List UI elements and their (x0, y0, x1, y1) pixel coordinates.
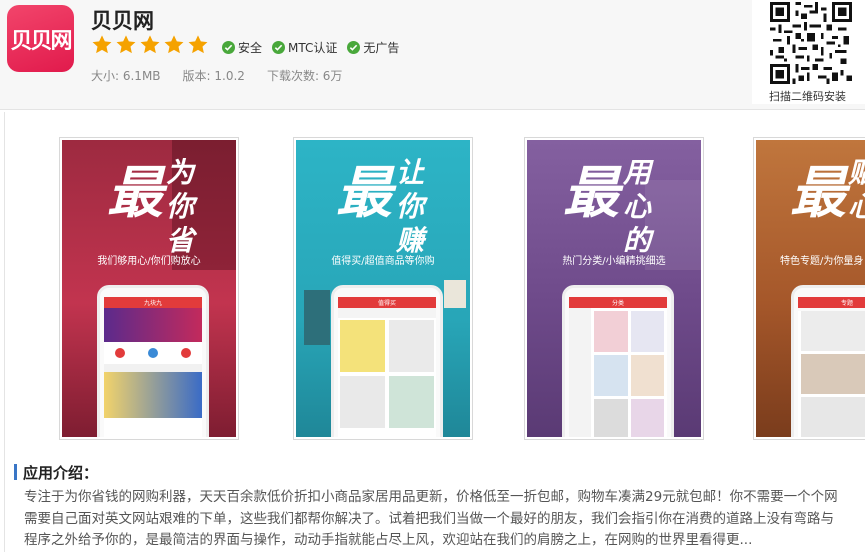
intro-line: 需要自己面对英文网站艰难的下单，这些我们都帮你解决了。试着把我们当做一个最好的朋… (24, 510, 834, 527)
screenshot-subtitle: 特色专题/为你量身 (780, 256, 864, 267)
slogan-big: 最 (790, 160, 846, 226)
intro-line: 专注于为你省钱的网购利器，天天百余款低价折扣小商品家居用品更新，价格低至一折包邮… (24, 489, 838, 505)
slogan-side: 为你省 (166, 156, 195, 257)
screenshot-gallery: 最 为你省 我们够用心/你们购放心 九块九 最 让你赚 值得买/超值商品等你购 … (4, 112, 865, 552)
check-icon (272, 41, 286, 54)
screenshot-3[interactable]: 最 用心的 热门分类/小编精挑细选 分类 (524, 137, 704, 440)
phone-mockup: 专题 (791, 285, 865, 437)
screenshot-2[interactable]: 最 让你赚 值得买/超值商品等你购 值得买 (293, 137, 473, 440)
phone-title: 分类 (611, 300, 624, 307)
app-header: 贝贝网 贝贝网 安全 MTC认证 无广告 大小: 6.1MB 版本: 1.0.2… (0, 0, 865, 110)
star-icon (164, 35, 184, 54)
app-size: 大小: 6.1MB (91, 69, 161, 83)
slogan-side: 贴心 (848, 156, 865, 224)
badge-safe: 安全 (222, 39, 262, 56)
star-icon (140, 35, 160, 54)
intro-description: 专注于为你省钱的网购利器，天天百余款低价折扣小商品家居用品更新，价格低至一折包邮… (24, 487, 865, 552)
screenshot-4[interactable]: 最 贴心 特色专题/为你量身 专题 (753, 137, 865, 440)
app-downloads: 下载次数: 6万 (266, 69, 343, 83)
check-icon (347, 41, 361, 54)
security-badges: 安全 MTC认证 无广告 (222, 39, 399, 56)
slogan-big: 最 (563, 160, 619, 226)
intro-heading: 应用介绍： (14, 463, 99, 482)
intro-title: 应用介绍： (23, 463, 99, 482)
app-icon: 贝贝网 (7, 5, 74, 72)
slogan-big: 最 (107, 160, 163, 226)
star-icon (116, 35, 136, 54)
star-icon (188, 35, 208, 54)
heading-accent-bar (14, 464, 17, 480)
badge-label: MTC认证 (288, 41, 338, 55)
intro-line: 程序之外给予你的，是最简洁的界面与操作，动动手指就能占尽上风，欢迎站在我们的肩膀… (24, 532, 753, 548)
qr-label: 扫描二维码安装 (769, 90, 846, 103)
app-meta: 大小: 6.1MB 版本: 1.0.2 下载次数: 6万 (91, 67, 342, 84)
screenshot-subtitle: 热门分类/小编精挑细选 (562, 256, 666, 267)
badge-label: 安全 (238, 41, 263, 55)
app-name: 贝贝网 (91, 9, 154, 33)
slogan-big: 最 (336, 160, 392, 226)
rating-stars (91, 34, 209, 56)
phone-title: 专题 (840, 300, 853, 307)
phone-title: 值得买 (377, 300, 396, 307)
phone-title: 九块九 (143, 300, 162, 307)
qr-code-icon[interactable] (768, 2, 854, 84)
star-icon (92, 35, 112, 54)
badge-no-ads: 无广告 (347, 39, 399, 56)
badge-label: 无广告 (363, 41, 400, 55)
screenshot-subtitle: 值得买/超值商品等你购 (331, 256, 435, 267)
check-icon (222, 41, 235, 54)
slogan-side: 用心的 (623, 156, 652, 257)
app-version: 版本: 1.0.2 (182, 69, 245, 83)
qr-panel: 扫描二维码安装 (752, 0, 865, 104)
badge-mtc: MTC认证 (272, 39, 337, 56)
slogan-side: 让你赚 (396, 156, 425, 257)
screenshot-1[interactable]: 最 为你省 我们够用心/你们购放心 九块九 (59, 137, 239, 440)
screenshot-subtitle: 我们够用心/你们购放心 (97, 256, 201, 267)
app-icon-label: 贝贝网 (10, 28, 72, 54)
phone-mockup: 分类 (562, 285, 674, 437)
phone-mockup: 九块九 (97, 285, 209, 437)
phone-mockup: 值得买 (331, 285, 443, 437)
